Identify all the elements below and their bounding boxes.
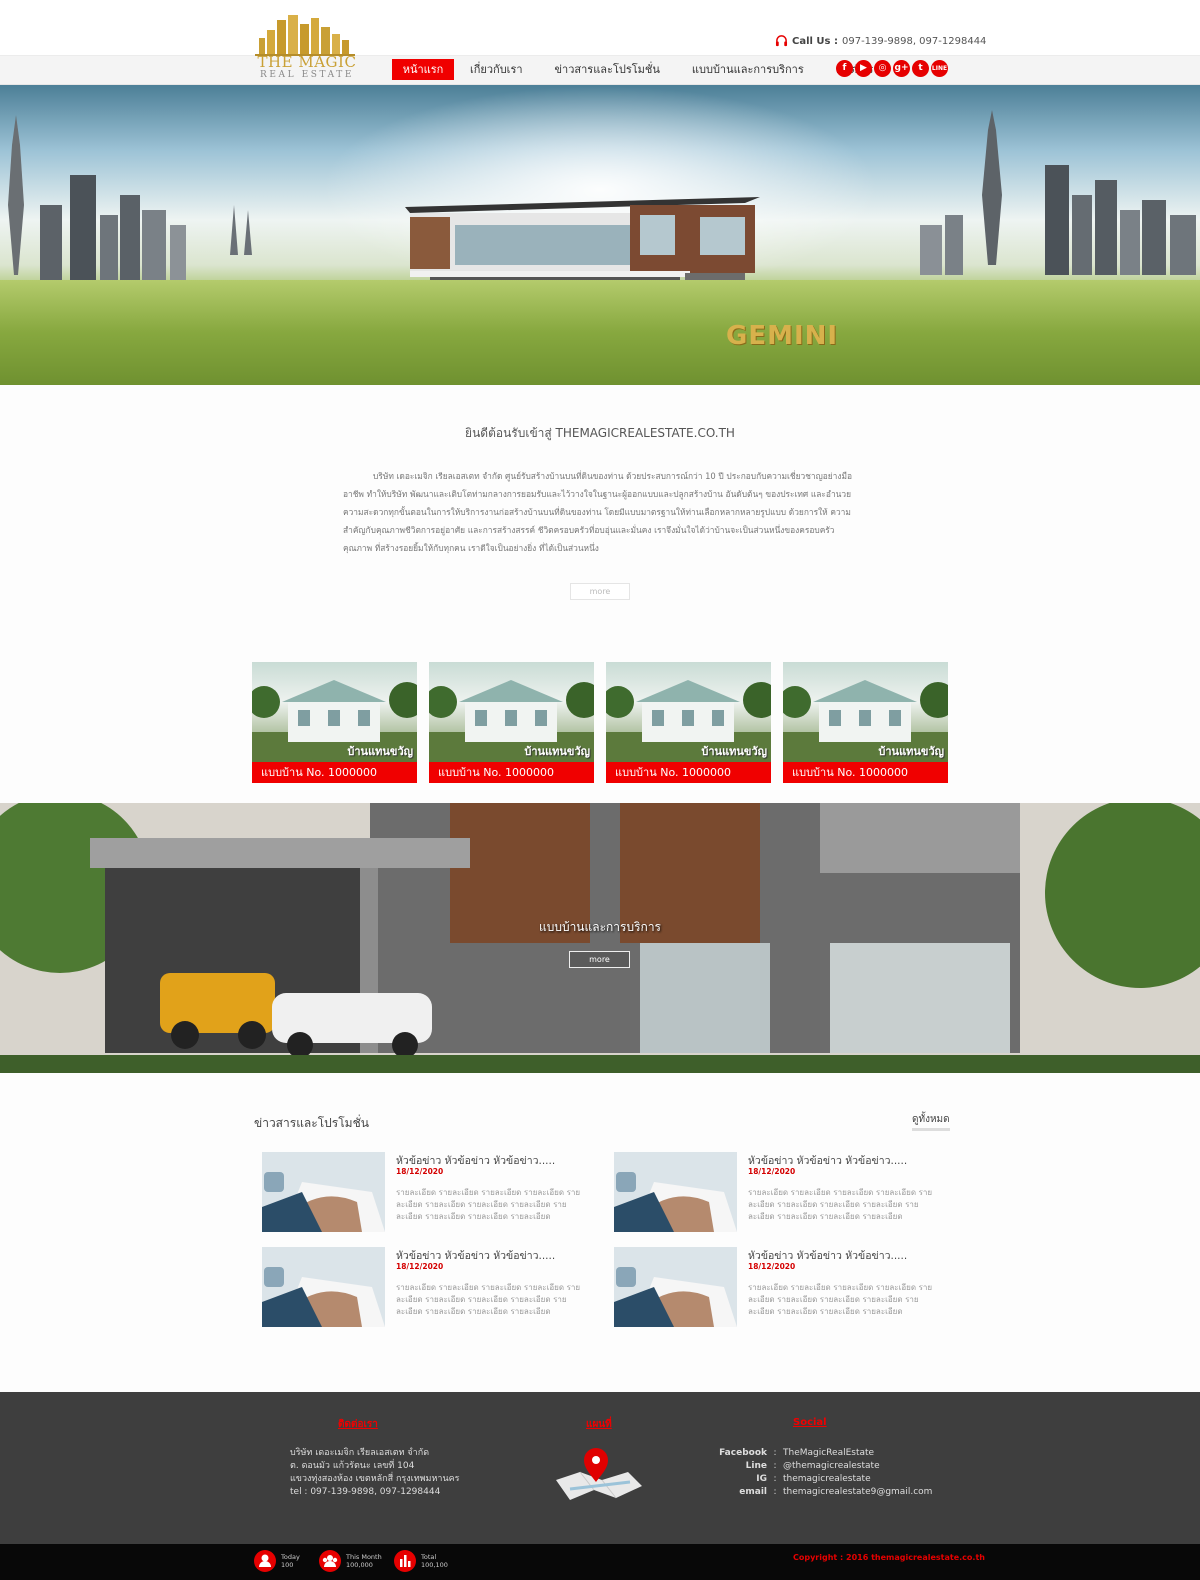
hero-banner: GEMINI: [0, 85, 1200, 385]
house-plan-card[interactable]: บ้านแทนขวัญ แบบบ้าน No. 1000000: [606, 662, 771, 783]
service-banner: [0, 803, 1200, 1073]
nav-item-home[interactable]: หน้าแรก: [392, 59, 454, 80]
news-heading: ข่าวสารและโปรโมชั่น: [254, 1116, 369, 1130]
twitter-icon[interactable]: t: [912, 60, 929, 77]
hero-title: GEMINI: [726, 321, 839, 351]
visitor-stat-today: Today 100: [254, 1550, 300, 1572]
stat-value: 100: [281, 1561, 294, 1569]
facebook-icon[interactable]: f: [836, 60, 853, 77]
map-icon[interactable]: [550, 1444, 648, 1504]
users-group-icon: [319, 1550, 341, 1572]
nav-item-news[interactable]: ข่าวสารและโปรโมชั่น: [539, 59, 676, 80]
news-item[interactable]: หัวข้อข่าว หัวข้อข่าว หัวข้อข่าว..... 18…: [614, 1247, 954, 1327]
news-thumbnail: [262, 1152, 385, 1232]
instagram-icon[interactable]: ◎: [874, 60, 891, 77]
news-item[interactable]: หัวข้อข่าว หัวข้อข่าว หัวข้อข่าว..... 18…: [262, 1247, 602, 1327]
house-stamp: บ้านแทนขวัญ: [347, 745, 413, 758]
house-plan-label: แบบบ้าน No. 1000000: [606, 762, 771, 783]
bottom-bar: [0, 1544, 1200, 1580]
house-stamp: บ้านแทนขวัญ: [878, 745, 944, 758]
logo-subtitle: REAL ESTATE: [259, 70, 355, 80]
news-item[interactable]: หัวข้อข่าว หัวข้อข่าว หัวข้อข่าว..... 18…: [262, 1152, 602, 1232]
footer-contact-heading: ติดต่อเรา: [338, 1419, 378, 1430]
news-description: รายละเอียด รายละเอียด รายละเอียด รายละเอ…: [396, 1188, 581, 1221]
news-thumbnail: [614, 1247, 737, 1327]
news-description: รายละเอียด รายละเอียด รายละเอียด รายละเอ…: [748, 1283, 933, 1316]
welcome-body: บริษัท เดอะเมจิก เรียลเอสเตท จำกัด ศูนย์…: [343, 471, 853, 553]
house-plan-label: แบบบ้าน No. 1000000: [783, 762, 948, 783]
call-us: Call Us : 097-139-9898, 097-1298444: [775, 35, 986, 47]
footer-social-facebook[interactable]: Facebook: TheMagicRealEstate: [700, 1447, 960, 1460]
house-plan-label: แบบบ้าน No. 1000000: [429, 762, 594, 783]
copyright: Copyright : 2016 themagicrealestate.co.t…: [793, 1553, 985, 1562]
line-icon[interactable]: LINE: [931, 60, 948, 77]
logo-title: THE MAGIC: [257, 53, 357, 71]
social-links: f ▶ ◎ g+ t LINE: [836, 60, 948, 77]
house-stamp: บ้านแทนขวัญ: [524, 745, 590, 758]
stat-value: 100,100: [421, 1561, 448, 1569]
house-stamp: บ้านแทนขวัญ: [701, 745, 767, 758]
footer-social-ig[interactable]: IG: themagicrealestate: [700, 1473, 960, 1486]
call-us-phones[interactable]: 097-139-9898, 097-1298444: [842, 36, 986, 47]
news-description: รายละเอียด รายละเอียด รายละเอียด รายละเอ…: [748, 1188, 933, 1221]
user-icon: [254, 1550, 276, 1572]
service-more-button[interactable]: more: [569, 951, 630, 968]
house-image: บ้านแทนขวัญ: [606, 662, 771, 762]
news-view-all-link[interactable]: ดูทั้งหมด: [912, 1112, 950, 1131]
news-thumbnail: [262, 1247, 385, 1327]
logo-buildings-icon: [255, 15, 355, 56]
news-date: 18/12/2020: [396, 1262, 444, 1271]
stat-label: Total: [421, 1553, 437, 1561]
house-plan-card[interactable]: บ้านแทนขวัญ แบบบ้าน No. 1000000: [783, 662, 948, 783]
footer-social-list: Facebook: TheMagicRealEstate Line: @themag…: [700, 1447, 960, 1499]
footer-social-line[interactable]: Line: @themagicrealestate: [700, 1460, 960, 1473]
main-nav: หน้าแรก เกี่ยวกับเรา ข่าวสารและโปรโมชั่น…: [392, 59, 896, 80]
house-plan-card[interactable]: บ้านแทนขวัญ แบบบ้าน No. 1000000: [252, 662, 417, 783]
google-plus-icon[interactable]: g+: [893, 60, 910, 77]
youtube-icon[interactable]: ▶: [855, 60, 872, 77]
news-date: 18/12/2020: [748, 1167, 796, 1176]
logo[interactable]: THE MAGIC REAL ESTATE: [253, 12, 361, 84]
bar-chart-icon: [394, 1550, 416, 1572]
call-us-label: Call Us :: [792, 35, 838, 47]
footer-social-heading: Social: [793, 1417, 827, 1428]
house-image: บ้านแทนขวัญ: [783, 662, 948, 762]
news-date: 18/12/2020: [748, 1262, 796, 1271]
news-item[interactable]: หัวข้อข่าว หัวข้อข่าว หัวข้อข่าว..... 18…: [614, 1152, 954, 1232]
house-plan-cards: บ้านแทนขวัญ แบบบ้าน No. 1000000 บ้านแทนข…: [252, 662, 948, 783]
house-image: บ้านแทนขวัญ: [252, 662, 417, 762]
house-image: บ้านแทนขวัญ: [429, 662, 594, 762]
welcome-more-button[interactable]: more: [570, 583, 630, 600]
nav-item-house-plans[interactable]: แบบบ้านและการบริการ: [676, 59, 820, 80]
news-date: 18/12/2020: [396, 1167, 444, 1176]
service-title: แบบบ้านและการบริการ: [538, 920, 662, 934]
footer-contact-info: บริษัท เดอะเมจิก เรียลเอสเตท จำกัด ต. ดอ…: [290, 1448, 460, 1497]
stat-label: This Month: [346, 1553, 382, 1561]
footer-social-email[interactable]: email: themagicrealestate9@gmail.com: [700, 1486, 960, 1499]
house-plan-label: แบบบ้าน No. 1000000: [252, 762, 417, 783]
house-plan-card[interactable]: บ้านแทนขวัญ แบบบ้าน No. 1000000: [429, 662, 594, 783]
headset-icon: [775, 35, 788, 47]
visitor-stat-total: Total 100,100: [394, 1550, 448, 1572]
service-house-image: [0, 803, 1200, 1073]
news-thumbnail: [614, 1152, 737, 1232]
stat-label: Today: [281, 1553, 300, 1561]
welcome-title: ยินดีต้อนรับเข้าสู่ THEMAGICREALESTATE.C…: [465, 426, 735, 440]
stat-value: 100,000: [346, 1561, 373, 1569]
footer-map-heading: แผนที่: [586, 1419, 612, 1430]
news-description: รายละเอียด รายละเอียด รายละเอียด รายละเอ…: [396, 1283, 581, 1316]
nav-item-about[interactable]: เกี่ยวกับเรา: [454, 59, 539, 80]
visitor-stat-month: This Month 100,000: [319, 1550, 382, 1572]
